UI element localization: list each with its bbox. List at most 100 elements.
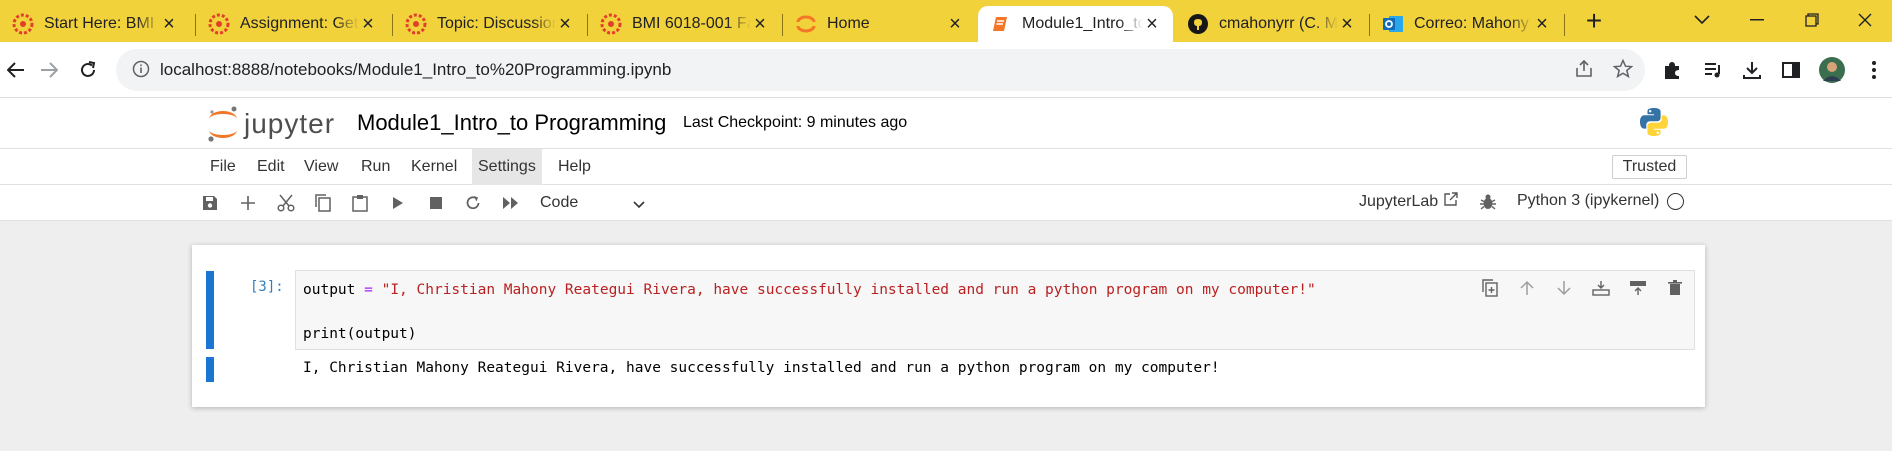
notebook-title[interactable]: Module1_Intro_to Programming <box>357 110 666 136</box>
debugger-bug-icon[interactable] <box>1479 193 1497 216</box>
code-text[interactable]: output = "I, Christian Mahony Reategui R… <box>303 279 1316 345</box>
new-tab-button[interactable]: + <box>1578 6 1610 38</box>
insert-below-icon[interactable] <box>1627 277 1649 299</box>
github-icon <box>1187 13 1209 35</box>
cell-toolbar <box>1479 277 1686 299</box>
url-text: localhost:8888/notebooks/Module1_Intro_t… <box>160 60 672 79</box>
outlook-icon <box>1382 13 1404 35</box>
tab-title: Topic: Discussion <box>437 15 556 32</box>
code-operator: = <box>364 282 373 298</box>
code-string: "I, Christian Mahony Reategui Rivera, ha… <box>381 282 1316 298</box>
canvas-icon <box>12 13 34 35</box>
chevron-down-icon <box>632 195 646 219</box>
close-tab-icon[interactable]: × <box>160 14 178 34</box>
menu-run[interactable]: Run <box>355 149 396 185</box>
canvas-icon <box>208 13 230 35</box>
canvas-icon <box>405 13 427 35</box>
tab-github[interactable]: cmahonyrr (C. Mahony) × <box>1175 6 1368 42</box>
close-tab-icon[interactable]: × <box>1533 14 1551 34</box>
side-panel-icon[interactable] <box>1775 54 1807 86</box>
menu-edit[interactable]: Edit <box>251 149 291 185</box>
tab-title: Correo: Mahony Reategui <box>1414 15 1533 32</box>
close-tab-icon[interactable]: × <box>556 14 574 34</box>
copy-icon[interactable] <box>312 192 334 214</box>
tab-title: BMI 6018-001 Fall <box>632 15 751 32</box>
save-icon[interactable] <box>199 192 221 214</box>
chrome-menu-icon[interactable] <box>1858 54 1890 86</box>
tab-title: Assignment: Getting Started <box>240 15 359 32</box>
menu-file[interactable]: File <box>204 149 242 185</box>
delete-cell-icon[interactable] <box>1664 277 1686 299</box>
minimize-icon[interactable] <box>1730 4 1784 36</box>
trusted-indicator[interactable]: Trusted <box>1612 155 1687 179</box>
address-bar[interactable]: localhost:8888/notebooks/Module1_Intro_t… <box>116 49 1645 91</box>
bookmark-star-icon[interactable] <box>1612 58 1634 84</box>
add-cell-icon[interactable] <box>237 192 259 214</box>
close-tab-icon[interactable]: × <box>751 14 769 34</box>
open-jupyterlab-link[interactable]: JupyterLab <box>1359 192 1458 211</box>
code-cell-editor[interactable]: output = "I, Christian Mahony Reategui R… <box>295 270 1695 350</box>
close-tab-icon[interactable]: × <box>946 14 964 34</box>
menu-help[interactable]: Help <box>552 149 597 185</box>
tab-home[interactable]: Home × <box>783 6 976 42</box>
jupyter-logo-icon <box>208 106 237 142</box>
browser-toolbar: localhost:8888/notebooks/Module1_Intro_t… <box>0 42 1892 98</box>
move-down-icon[interactable] <box>1553 277 1575 299</box>
jupyter-wordmark: jupyter <box>244 108 336 139</box>
extensions-puzzle-icon[interactable] <box>1656 54 1688 86</box>
close-window-icon[interactable] <box>1838 4 1892 36</box>
output-collapser[interactable] <box>206 357 214 382</box>
kernel-idle-indicator-icon <box>1667 192 1685 210</box>
download-icon[interactable] <box>1736 54 1768 86</box>
tab-outlook[interactable]: Correo: Mahony Reategui × <box>1370 6 1563 42</box>
tab-module1-notebook[interactable]: Module1_Intro_to_Programming × <box>978 6 1173 42</box>
cell-type-select[interactable]: Code <box>540 191 646 215</box>
notebook-icon <box>990 13 1012 35</box>
menu-view[interactable]: View <box>298 149 344 185</box>
kernel-name: Python 3 (ipykernel) <box>1517 192 1660 209</box>
tab-separator <box>1564 14 1565 36</box>
restart-kernel-icon[interactable] <box>462 192 484 214</box>
close-tab-icon[interactable]: × <box>1338 14 1356 34</box>
code-print-line: print(output) <box>303 326 417 342</box>
tab-search-icon[interactable] <box>1675 4 1729 36</box>
jupyter-icon <box>795 13 817 35</box>
tab-title: Home <box>827 15 870 32</box>
jupyter-logo[interactable]: jupyter <box>206 104 338 144</box>
move-up-icon[interactable] <box>1516 277 1538 299</box>
input-prompt: [3]: <box>250 279 284 295</box>
site-info-icon[interactable] <box>132 60 150 83</box>
close-tab-icon[interactable]: × <box>1143 14 1161 34</box>
jupyter-header: jupyter Module1_Intro_to Programming Las… <box>0 98 1892 148</box>
cut-icon[interactable] <box>275 192 297 214</box>
tab-title: cmahonyrr (C. Mahony) <box>1219 15 1338 32</box>
run-all-icon[interactable] <box>500 192 522 214</box>
tab-bmi-course[interactable]: BMI 6018-001 Fall × <box>588 6 781 42</box>
tab-title: Module1_Intro_to_Programming <box>1022 15 1143 32</box>
tab-title: Start Here: BMI 6018 <box>44 15 160 32</box>
restore-icon[interactable] <box>1785 4 1839 36</box>
insert-above-icon[interactable] <box>1590 277 1612 299</box>
media-queue-icon[interactable] <box>1697 54 1729 86</box>
tab-discussion[interactable]: Topic: Discussion × <box>393 6 586 42</box>
reload-icon[interactable] <box>72 54 104 86</box>
back-icon[interactable] <box>0 54 32 86</box>
python-logo-icon <box>1638 106 1670 143</box>
menu-kernel[interactable]: Kernel <box>405 149 463 185</box>
duplicate-cell-icon[interactable] <box>1479 277 1501 299</box>
run-cell-icon[interactable] <box>387 192 409 214</box>
share-icon[interactable] <box>1574 59 1594 84</box>
tab-assignment[interactable]: Assignment: Getting Started × <box>196 6 389 42</box>
avatar[interactable] <box>1816 54 1848 86</box>
cell-output: I, Christian Mahony Reategui Rivera, hav… <box>303 360 1220 376</box>
input-collapser[interactable] <box>206 271 214 349</box>
browser-tab-strip: Start Here: BMI 6018 × Assignment: Getti… <box>0 0 1892 42</box>
kernel-status[interactable]: Python 3 (ipykernel) <box>1517 192 1685 210</box>
stop-icon[interactable] <box>425 192 447 214</box>
menu-settings[interactable]: Settings <box>472 149 542 185</box>
paste-icon[interactable] <box>349 192 371 214</box>
forward-icon[interactable] <box>33 54 65 86</box>
tab-start-here[interactable]: Start Here: BMI 6018 × <box>0 6 190 42</box>
external-link-icon <box>1444 192 1458 211</box>
close-tab-icon[interactable]: × <box>359 14 377 34</box>
